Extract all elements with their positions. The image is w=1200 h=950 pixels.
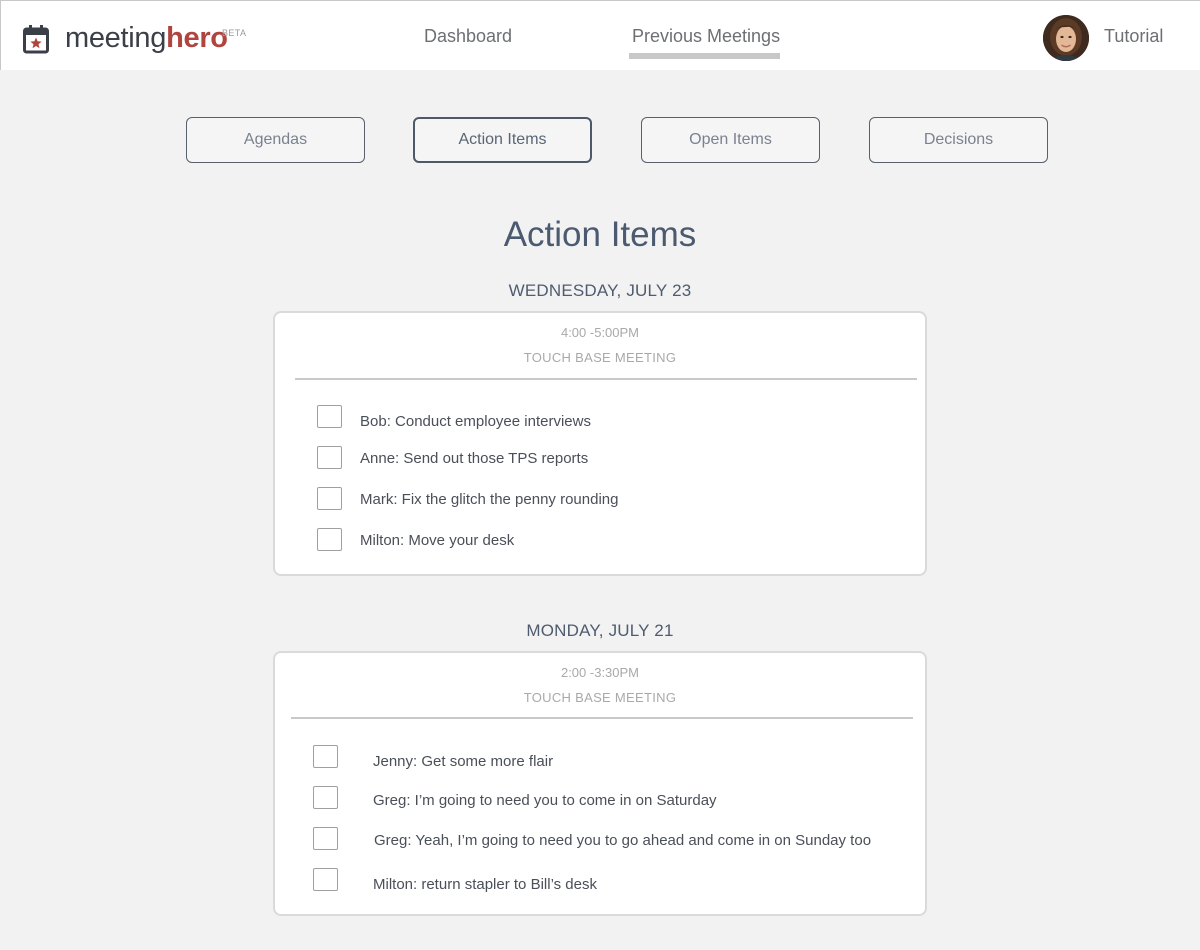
action-item-checkbox[interactable] [313,745,338,768]
nav-dashboard[interactable]: Dashboard [424,25,512,47]
action-item-checkbox[interactable] [317,487,342,510]
action-item-text: Jenny: Get some more flair [373,753,554,770]
action-item-checkbox[interactable] [317,528,342,551]
action-item-text: Greg: Yeah, I’m going to need you to go … [374,832,872,849]
meeting-date-heading: MONDAY, JULY 21 [526,621,674,640]
action-item-text: Greg: I’m going to need you to come in o… [373,792,717,809]
action-item-text: Mark: Fix the glitch the penny rounding [360,491,619,508]
brand-name-part1: meeting [65,22,167,54]
active-nav-indicator [629,53,780,59]
nav-tutorial[interactable]: Tutorial [1104,25,1163,47]
action-item-checkbox[interactable] [317,446,342,469]
action-item-checkbox[interactable] [317,405,342,428]
action-item-checkbox[interactable] [313,868,338,891]
nav-previous-meetings[interactable]: Previous Meetings [632,25,780,47]
user-avatar[interactable] [1043,15,1089,61]
action-item-checkbox[interactable] [313,827,338,850]
action-item-text: Bob: Conduct employee interviews [360,413,591,430]
meeting-time: 2:00 -3:30PM [560,665,640,680]
card-divider [295,378,917,380]
meeting-card: 4:00 -5:00PM TOUCH BASE MEETING Bob: Con… [273,311,927,576]
brand-logo[interactable]: meetinghero [65,19,228,57]
meeting-name: TOUCH BASE MEETING [523,690,677,705]
beta-badge: BETA [222,28,247,38]
action-item-text: Anne: Send out those TPS reports [360,450,589,467]
card-divider [291,717,913,719]
action-item-text: Milton: Move your desk [360,532,515,549]
tab-action-items[interactable]: Action Items [413,117,592,163]
calendar-star-icon [23,25,49,54]
action-item-text: Milton: return stapler to Bill’s desk [373,876,597,893]
meeting-time: 4:00 -5:00PM [560,325,640,340]
meeting-card: 2:00 -3:30PM TOUCH BASE MEETING Jenny: G… [273,651,927,916]
action-item-checkbox[interactable] [313,786,338,809]
meeting-date-heading: WEDNESDAY, JULY 23 [508,281,692,300]
meeting-name: TOUCH BASE MEETING [523,350,677,365]
tab-agendas[interactable]: Agendas [186,117,365,163]
avatar-image [1043,15,1089,61]
tab-decisions[interactable]: Decisions [869,117,1048,163]
tab-open-items[interactable]: Open Items [641,117,820,163]
brand-name-part2: hero [166,22,228,54]
top-navbar: meetinghero BETA Dashboard Previous Meet… [0,0,1200,70]
page-title: Action Items [503,215,697,254]
